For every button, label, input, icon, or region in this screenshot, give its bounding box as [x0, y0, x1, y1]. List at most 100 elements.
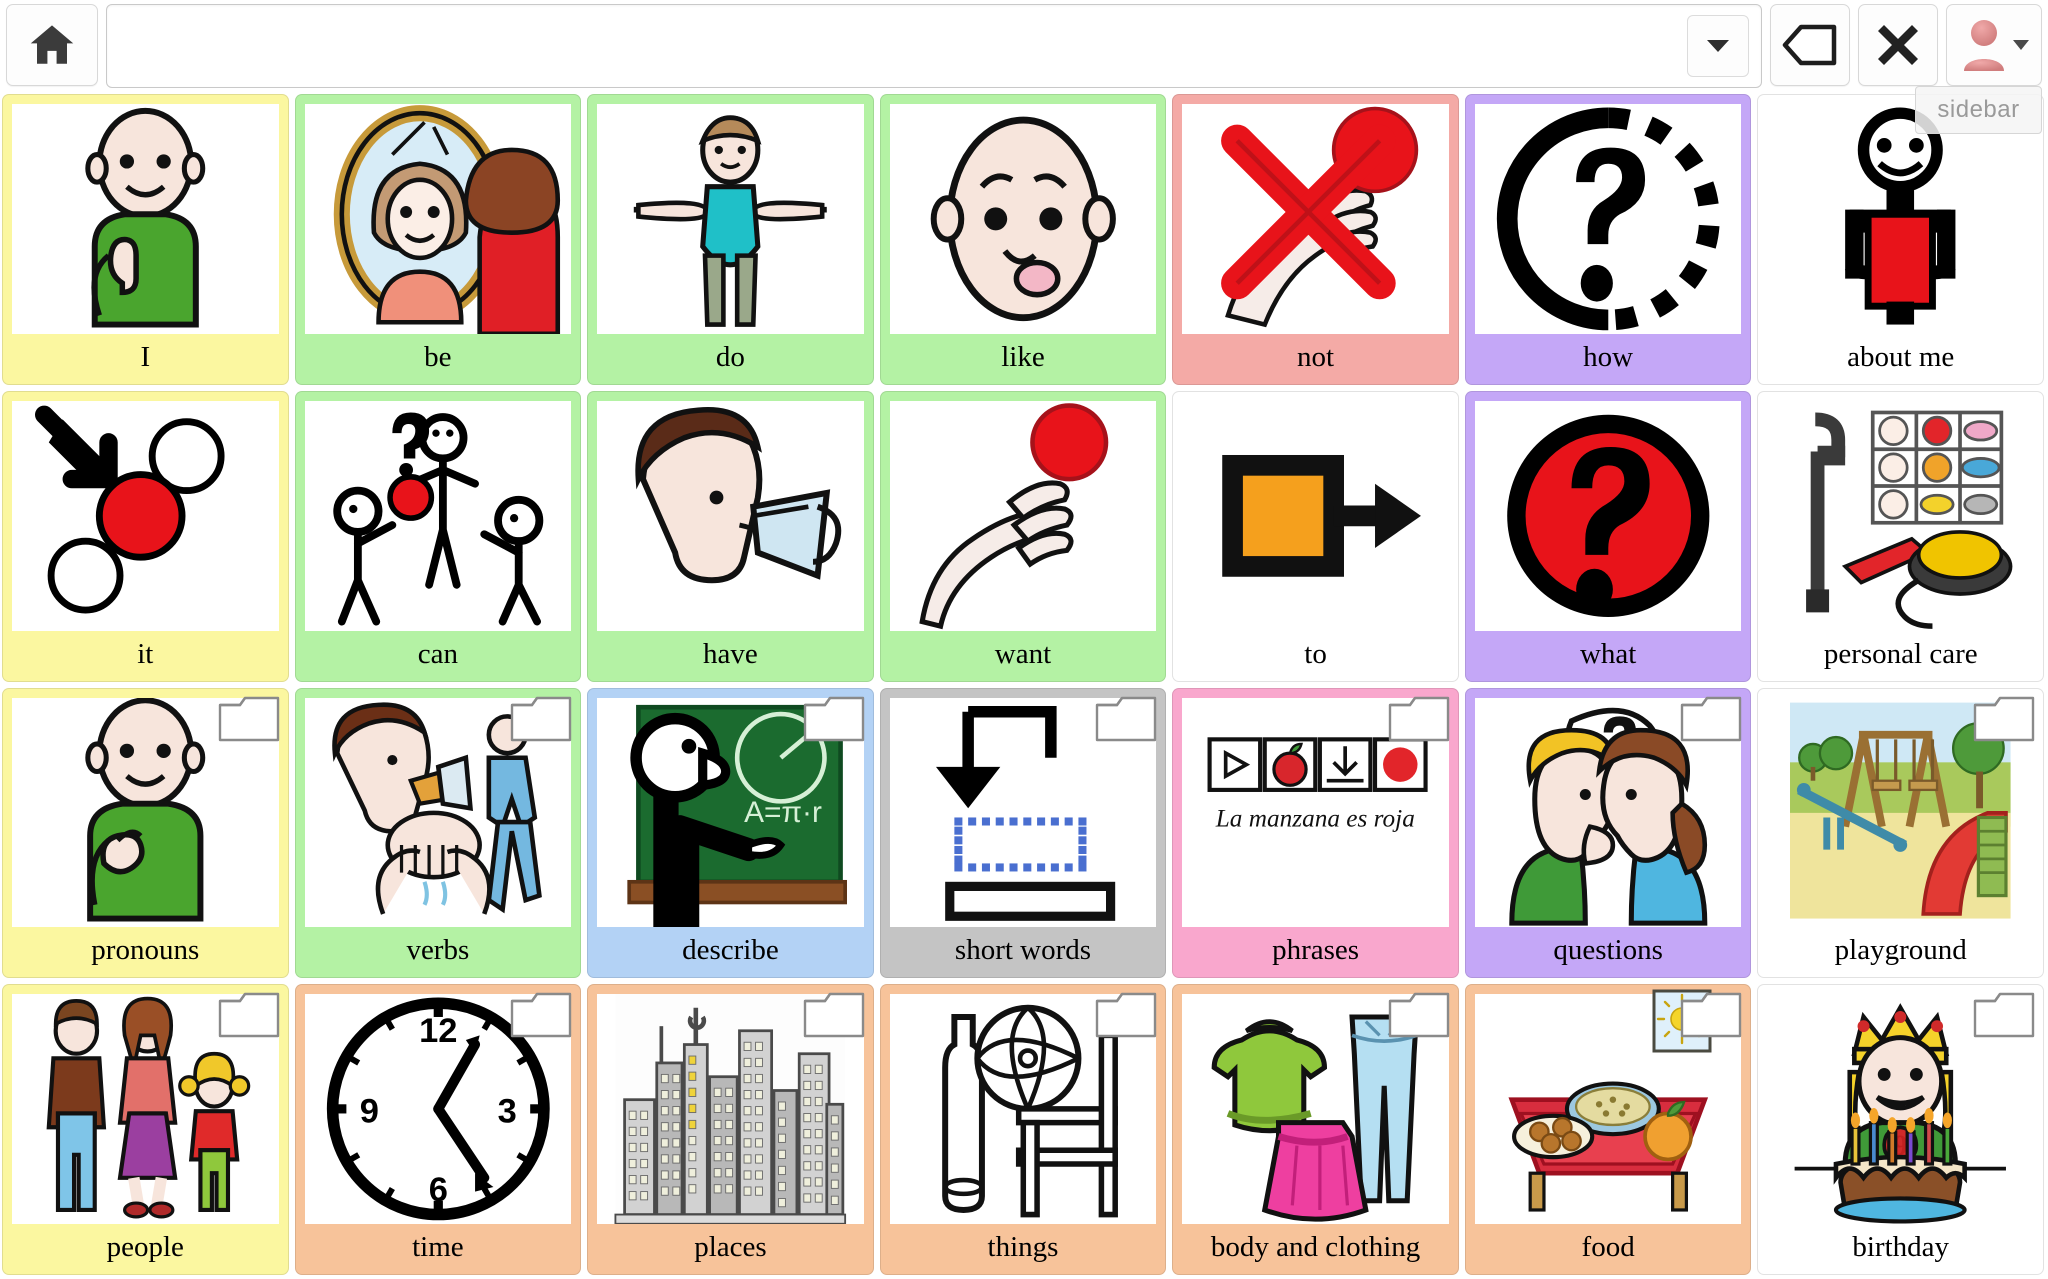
- stick-figure-red-book-icon: [1767, 104, 2034, 334]
- chevron-down-icon: [2013, 40, 2029, 50]
- grid-cell-label: want: [994, 637, 1052, 670]
- clear-button[interactable]: [1858, 4, 1938, 86]
- grid-cell-it[interactable]: it: [2, 390, 289, 682]
- playground-scene-icon: [1767, 698, 2034, 928]
- grid-cell-label: body and clothing: [1210, 1231, 1421, 1263]
- grid-cell-what[interactable]: what: [1464, 390, 1752, 682]
- svg-text:12: 12: [419, 1012, 457, 1050]
- drink-wash-walk-icon: [304, 697, 572, 928]
- grid-cell-label: phrases: [1272, 934, 1360, 967]
- grid-cell-label: time: [412, 1231, 464, 1263]
- message-dropdown-button[interactable]: [1687, 15, 1749, 77]
- two-people-talking-question-icon: [1474, 697, 1742, 928]
- backspace-icon: [1782, 24, 1838, 66]
- grid-cell-people[interactable]: people: [2, 984, 289, 1275]
- crutch-board-switch-icon: [1767, 401, 2034, 631]
- grid-cell-label: playground: [1834, 934, 1967, 967]
- grid-cell-places[interactable]: places: [587, 984, 874, 1275]
- grid-cell-label: places: [694, 1231, 767, 1263]
- bottle-ball-chair-icon: [889, 994, 1157, 1224]
- grid-cell-label: what: [1579, 637, 1637, 670]
- grid-cell-label: people: [106, 1231, 184, 1263]
- grid-cell-birthday[interactable]: 9 birthday: [1757, 984, 2044, 1275]
- hand-red-cross-icon: [1182, 104, 1449, 334]
- analog-clock-icon: 12 3 6 9: [304, 994, 572, 1224]
- hand-reaching-red-ball-icon: [889, 400, 1157, 631]
- grid-cell-playground[interactable]: playground: [1757, 687, 2044, 979]
- arrow-into-blank-icon: [889, 697, 1157, 928]
- grid-cell-label: personal care: [1823, 637, 1978, 670]
- message-bar[interactable]: [106, 4, 1762, 88]
- grid-cell-label: things: [987, 1231, 1059, 1263]
- grid-cell-about-me[interactable]: about me: [1757, 94, 2044, 385]
- table-with-meal-icon: [1474, 994, 1742, 1224]
- gymnast-arms-out-icon: [597, 104, 864, 334]
- home-button[interactable]: [6, 4, 98, 86]
- grid-cell-label: short words: [954, 934, 1092, 967]
- svg-text:A=π·r: A=π·r: [744, 796, 822, 829]
- person-drinking-cup-icon: [597, 400, 864, 631]
- grid-cell-label: pronouns: [91, 934, 200, 967]
- question-mark-dashed-circle-icon: [1474, 104, 1742, 334]
- city-skyline-icon: [597, 994, 864, 1224]
- grid-cell-have[interactable]: have: [587, 390, 874, 682]
- symbol-sentence-strip-icon: La manzana es roja: [1182, 697, 1449, 928]
- grid-cell-personal-care[interactable]: personal care: [1757, 390, 2044, 682]
- grid-cell-label: to: [1304, 637, 1327, 670]
- grid-cell-label: questions: [1553, 934, 1663, 967]
- person-pointing-forward-icon: [12, 697, 279, 928]
- grid-cell-like[interactable]: like: [879, 94, 1167, 385]
- person-pointing-self-icon: [12, 104, 279, 334]
- grid-cell-things[interactable]: things: [879, 984, 1167, 1275]
- grid-cell-phrases[interactable]: La manzana es roja phrases: [1172, 687, 1459, 979]
- grid-cell-pronouns[interactable]: pronouns: [2, 687, 289, 979]
- grid-cell-label: not: [1297, 340, 1335, 373]
- grid-cell-to[interactable]: to: [1172, 390, 1459, 682]
- grid-cell-describe[interactable]: A=π·r describe: [587, 687, 874, 979]
- backspace-button[interactable]: [1770, 4, 1850, 86]
- sweater-jeans-skirt-icon: [1182, 994, 1449, 1224]
- svg-text:3: 3: [497, 1093, 516, 1131]
- grid-cell-label: can: [417, 637, 458, 670]
- family-three-icon: [12, 994, 279, 1224]
- avatar: [1959, 17, 2009, 73]
- grid-cell-can[interactable]: can: [294, 390, 582, 682]
- grid-cell-label: do: [715, 340, 745, 373]
- grid-cell-label: food: [1581, 1231, 1635, 1263]
- grid-cell-how[interactable]: how: [1464, 94, 1752, 385]
- sidebar-tooltip[interactable]: sidebar: [1915, 86, 2042, 134]
- svg-text:9: 9: [359, 1093, 378, 1131]
- face-tongue-out-icon: [889, 104, 1157, 334]
- grid-cell-label: like: [1001, 340, 1045, 373]
- user-account-button[interactable]: [1946, 4, 2042, 86]
- stick-figures-ball-question-icon: [304, 400, 572, 631]
- svg-text:6: 6: [428, 1171, 447, 1209]
- symbol-grid: I be do like not how about me it can hav…: [0, 92, 2048, 1279]
- mirror-reflection-icon: [304, 104, 572, 334]
- chevron-down-icon: [1704, 36, 1732, 56]
- teacher-chalkboard-icon: A=π·r: [597, 697, 864, 928]
- grid-cell-i[interactable]: I: [2, 94, 289, 385]
- grid-cell-be[interactable]: be: [294, 94, 582, 385]
- toolbar: [0, 0, 2048, 92]
- grid-cell-food[interactable]: food: [1464, 984, 1752, 1275]
- grid-cell-label: verbs: [406, 934, 470, 967]
- svg-text:La manzana es roja: La manzana es roja: [1215, 804, 1415, 832]
- grid-cell-time[interactable]: 12 3 6 9 time: [294, 984, 582, 1275]
- grid-cell-body-and-clothing[interactable]: body and clothing: [1172, 984, 1459, 1275]
- message-input[interactable]: [107, 5, 1687, 87]
- grid-cell-want[interactable]: want: [879, 390, 1167, 682]
- arrow-to-red-circle-icon: [12, 400, 279, 631]
- grid-cell-label: about me: [1847, 340, 1955, 373]
- grid-cell-label: have: [703, 637, 758, 670]
- grid-cell-questions[interactable]: questions: [1464, 687, 1752, 979]
- grid-cell-verbs[interactable]: verbs: [294, 687, 582, 979]
- grid-cell-do[interactable]: do: [587, 94, 874, 385]
- grid-cell-label: how: [1583, 340, 1634, 373]
- grid-cell-label: I: [140, 340, 151, 373]
- grid-cell-short-words[interactable]: short words: [879, 687, 1167, 979]
- red-question-circle-icon: [1474, 400, 1742, 631]
- close-icon: [1875, 22, 1921, 68]
- grid-cell-not[interactable]: not: [1172, 94, 1459, 385]
- grid-cell-label: birthday: [1852, 1231, 1950, 1263]
